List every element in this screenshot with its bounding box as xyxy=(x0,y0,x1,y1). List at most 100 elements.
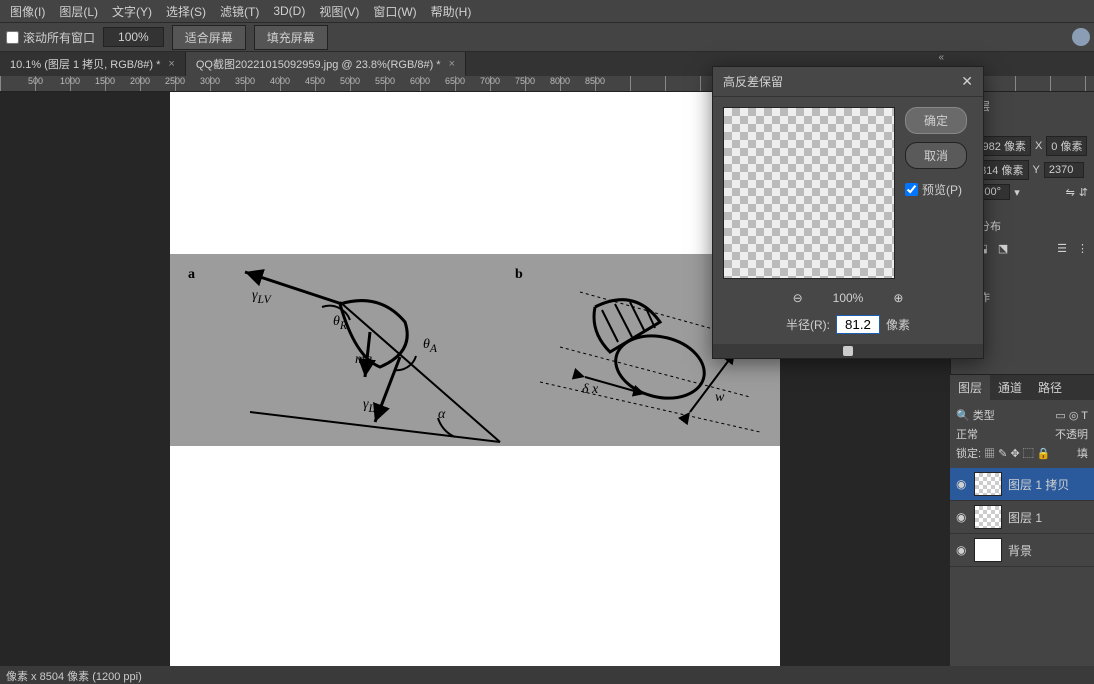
menu-view[interactable]: 视图(V) xyxy=(313,1,365,22)
dropdown-icon[interactable]: ▾ xyxy=(1014,186,1020,199)
label-mg: mg xyxy=(355,352,372,368)
high-pass-dialog: 高反差保留 ✕ 确定 取消 预览(P) ⊖ 100% ⊕ 半径(R): 像素 xyxy=(712,66,984,359)
opacity-label: 不透明 xyxy=(1055,426,1088,442)
align-right-icon[interactable]: ⬔ xyxy=(998,242,1008,255)
layer-filter-type[interactable]: 类型 xyxy=(973,410,995,422)
distribute-h-icon[interactable]: ☰ xyxy=(1057,242,1067,255)
layer-name: 图层 1 xyxy=(1008,509,1042,526)
radius-slider-thumb[interactable] xyxy=(843,346,853,356)
radius-unit: 像素 xyxy=(886,316,910,333)
layers-tab[interactable]: 图层 xyxy=(950,375,990,400)
menu-window[interactable]: 窗口(W) xyxy=(367,1,422,22)
label-thetaR: θR xyxy=(333,314,347,332)
flip-v-icon[interactable]: ⇵ xyxy=(1079,186,1088,199)
ruler-mark: 1500 xyxy=(95,76,115,86)
ruler-mark: 6500 xyxy=(445,76,465,86)
dialog-title: 高反差保留 xyxy=(723,73,783,90)
fill-label: 填 xyxy=(1077,445,1088,461)
ok-button[interactable]: 确定 xyxy=(905,107,967,134)
panel-collapse-icon[interactable]: « xyxy=(938,52,944,63)
ruler-mark: 3000 xyxy=(200,76,220,86)
radius-slider[interactable] xyxy=(713,344,983,358)
layer-item-2[interactable]: ◉ 图层 1 xyxy=(950,501,1094,534)
ruler-mark: 1000 xyxy=(60,76,80,86)
radius-input[interactable] xyxy=(836,315,880,334)
scroll-all-checkbox[interactable]: 滚动所有窗口 xyxy=(6,29,95,46)
label-dx: δ x xyxy=(582,382,598,398)
document-tab-1[interactable]: 10.1% (图层 1 拷贝, RGB/8#) * × xyxy=(0,52,186,76)
user-avatar-icon[interactable] xyxy=(1072,28,1090,46)
paths-tab[interactable]: 路径 xyxy=(1030,375,1070,400)
channels-tab[interactable]: 通道 xyxy=(990,375,1030,400)
ruler-mark: 6000 xyxy=(410,76,430,86)
layers-panel: 图层 通道 路径 🔍 类型 ▭ ◎ T 正常 不透明 锁定: ▦ ✎ ✥ ⬚ 🔒… xyxy=(950,374,1094,684)
menu-3d[interactable]: 3D(D) xyxy=(267,2,311,20)
layer-name: 背景 xyxy=(1008,542,1032,559)
zoom-value[interactable]: 100% xyxy=(103,27,164,47)
lock-label: 锁定: xyxy=(956,448,981,460)
visibility-toggle-icon[interactable]: ◉ xyxy=(956,543,968,557)
tab-2-label: QQ截图20221015092959.jpg @ 23.8%(RGB/8#) * xyxy=(196,56,441,72)
preview-checkbox-input[interactable] xyxy=(905,183,918,196)
layer-thumbnail[interactable] xyxy=(974,538,1002,562)
flip-h-icon[interactable]: ⇋ xyxy=(1066,186,1075,199)
label-thetaA: θA xyxy=(423,337,437,355)
document-tab-2[interactable]: QQ截图20221015092959.jpg @ 23.8%(RGB/8#) *… xyxy=(186,52,466,76)
ruler-mark: 500 xyxy=(28,76,43,86)
menu-select[interactable]: 选择(S) xyxy=(160,1,212,22)
distribute-v-icon[interactable]: ⋮ xyxy=(1077,242,1088,255)
menu-text[interactable]: 文字(Y) xyxy=(106,1,158,22)
dialog-zoom-value: 100% xyxy=(833,291,864,305)
document-canvas: a γLV θR θA mg γLV α b xyxy=(170,92,780,672)
options-bar: 滚动所有窗口 100% 适合屏幕 填充屏幕 xyxy=(0,22,1094,52)
y-field[interactable]: 2370 xyxy=(1044,162,1084,178)
visibility-toggle-icon[interactable]: ◉ xyxy=(956,510,968,524)
tab-1-close-icon[interactable]: × xyxy=(168,58,174,70)
ruler-mark: 8500 xyxy=(585,76,605,86)
tab-1-label: 10.1% (图层 1 拷贝, RGB/8#) * xyxy=(10,56,160,72)
lock-icons[interactable]: ▦ ✎ ✥ ⬚ 🔒 xyxy=(984,448,1050,460)
scroll-all-input[interactable] xyxy=(6,31,19,44)
menu-filter[interactable]: 滤镜(T) xyxy=(214,1,265,22)
layer-list: ◉ 图层 1 拷贝 ◉ 图层 1 ◉ 背景 xyxy=(950,468,1094,567)
menu-bar: 图像(I) 图层(L) 文字(Y) 选择(S) 滤镜(T) 3D(D) 视图(V… xyxy=(0,0,1094,22)
diagram-label-a: a xyxy=(188,267,195,283)
blend-mode-select[interactable]: 正常 xyxy=(956,426,978,442)
tab-2-close-icon[interactable]: × xyxy=(449,58,455,70)
dialog-close-icon[interactable]: ✕ xyxy=(961,73,973,90)
layer-thumbnail[interactable] xyxy=(974,472,1002,496)
zoom-out-icon[interactable]: ⊖ xyxy=(793,291,803,305)
layer-name: 图层 1 拷贝 xyxy=(1008,476,1069,493)
label-alpha: α xyxy=(438,407,445,423)
ruler-mark: 2000 xyxy=(130,76,150,86)
ruler-mark: 5000 xyxy=(340,76,360,86)
ruler-mark: 7500 xyxy=(515,76,535,86)
menu-image[interactable]: 图像(I) xyxy=(4,1,51,22)
visibility-toggle-icon[interactable]: ◉ xyxy=(956,477,968,491)
zoom-in-icon[interactable]: ⊕ xyxy=(893,291,903,305)
ruler-mark: 3500 xyxy=(235,76,255,86)
diagram-label-b: b xyxy=(515,267,523,283)
x-field[interactable]: 0 像素 xyxy=(1046,136,1087,156)
layer-item-1[interactable]: ◉ 图层 1 拷贝 xyxy=(950,468,1094,501)
menu-help[interactable]: 帮助(H) xyxy=(425,1,478,22)
fill-screen-button[interactable]: 填充屏幕 xyxy=(254,25,328,50)
layer-thumbnail[interactable] xyxy=(974,505,1002,529)
fit-screen-button[interactable]: 适合屏幕 xyxy=(172,25,246,50)
radius-label: 半径(R): xyxy=(786,316,830,333)
ruler-mark: 2500 xyxy=(165,76,185,86)
cancel-button[interactable]: 取消 xyxy=(905,142,967,169)
ruler-mark: 8000 xyxy=(550,76,570,86)
y-label: Y xyxy=(1033,164,1040,176)
status-bar: 像素 x 8504 像素 (1200 ppi) xyxy=(0,666,1094,684)
ruler-mark: 5500 xyxy=(375,76,395,86)
ruler-mark: 4000 xyxy=(270,76,290,86)
preview-checkbox[interactable]: 预览(P) xyxy=(905,181,967,198)
ruler-mark: 4500 xyxy=(305,76,325,86)
layer-item-3[interactable]: ◉ 背景 xyxy=(950,534,1094,567)
ruler-mark: 7000 xyxy=(480,76,500,86)
filter-icons[interactable]: ▭ ◎ T xyxy=(1055,409,1088,422)
label-w: w xyxy=(715,390,724,406)
menu-layer[interactable]: 图层(L) xyxy=(53,1,104,22)
dialog-preview[interactable] xyxy=(723,107,895,279)
